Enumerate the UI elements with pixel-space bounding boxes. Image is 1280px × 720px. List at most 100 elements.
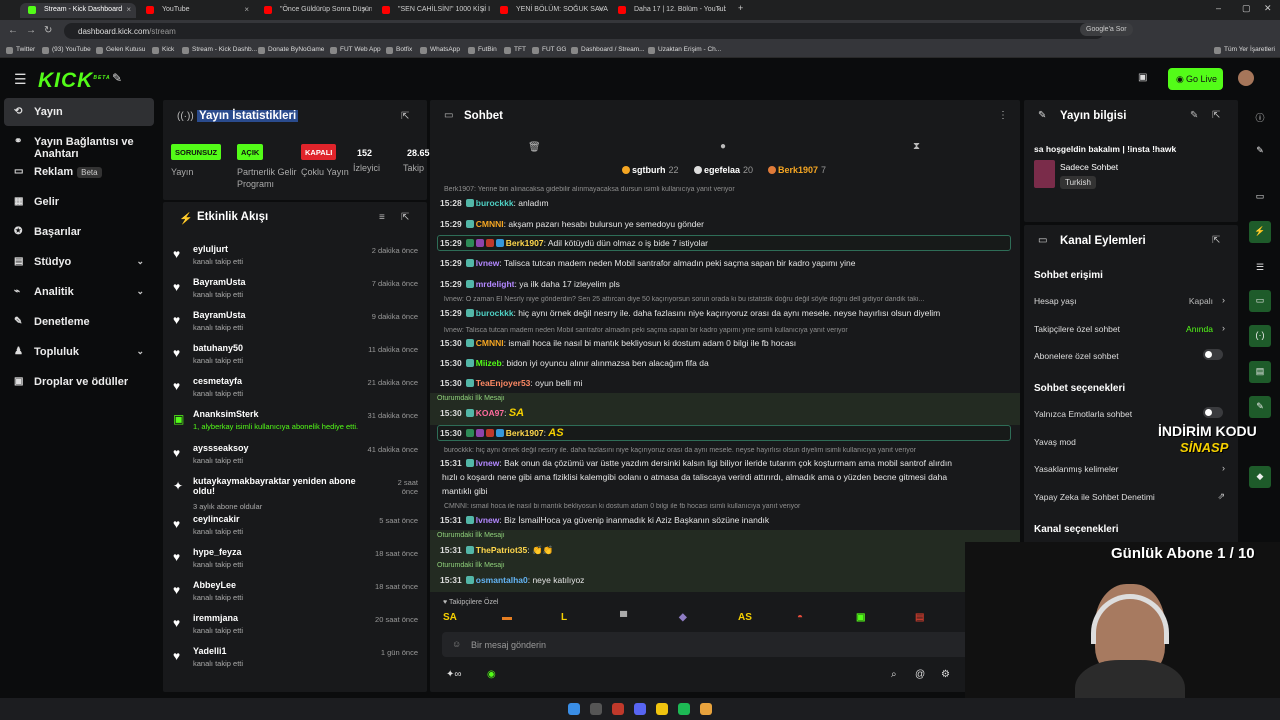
top-gifter[interactable]: Berk1907 7 xyxy=(768,165,826,175)
browser-tab[interactable]: Daha 17 | 12. Bölüm - YouTube × xyxy=(610,3,726,18)
trash-icon[interactable]: 🗑 xyxy=(528,142,541,153)
popout-icon[interactable]: ⇱ xyxy=(401,111,409,122)
search-icon[interactable]: ⌕ xyxy=(891,669,897,680)
bookmark-item[interactable]: FUT GG xyxy=(532,46,566,54)
chat-message[interactable]: 15:30 Miizeb: bidon iyi oyuncu alınır alı… xyxy=(440,358,1010,369)
emote-icon[interactable]: SA xyxy=(443,612,457,623)
url-field[interactable]: dashboard.kick.com/stream xyxy=(64,23,1104,39)
emote-icon[interactable]: ▀ xyxy=(620,612,627,623)
chevron-down-icon[interactable]: ⌄ xyxy=(136,346,144,357)
emote-icon[interactable]: AS xyxy=(738,612,752,623)
bookmark-item[interactable]: Donate ByNoGame xyxy=(258,46,324,54)
feed-username[interactable]: kutaykaymakbayraktar yeniden abone oldu! xyxy=(193,476,363,496)
creator-icon[interactable]: ▣ xyxy=(1138,72,1147,83)
forward-icon[interactable]: → xyxy=(26,25,36,36)
category-name[interactable]: Sadece Sohbet xyxy=(1060,162,1118,172)
menu-icon[interactable]: ☰ xyxy=(14,71,27,88)
toggle-switch[interactable] xyxy=(1203,407,1223,418)
chat-message[interactable]: 15:29 lvnew: Taliscа tutcan madem neden M… xyxy=(440,258,1010,269)
sidebar-item[interactable]: ▦ Gelir xyxy=(4,188,154,216)
chat-username[interactable]: burockkk xyxy=(476,308,514,318)
external-link-icon[interactable]: ⇗ xyxy=(1217,491,1225,502)
setting-row[interactable]: Yasaklanmış kelimeler › xyxy=(1034,463,1229,476)
chat-message[interactable]: 15:31 lvnew: Bak onun da çözümü var üstte… xyxy=(440,458,1010,469)
chat-message[interactable]: 15:31 lvnew: Biz İsmailHoca ya güvenip in… xyxy=(440,515,1010,526)
emote-icon[interactable]: ▬ xyxy=(502,612,512,623)
list-icon[interactable]: ☰ xyxy=(1249,257,1271,279)
close-icon[interactable]: × xyxy=(244,5,249,14)
bookmark-item[interactable]: (93) YouTube xyxy=(42,46,91,54)
popout-icon[interactable]: ⇱ xyxy=(1212,235,1220,246)
sidebar-item[interactable]: ▭ Reklam Beta xyxy=(4,158,154,186)
chat-input[interactable]: ☺ Bir mesaj gönderin xyxy=(442,632,972,657)
chat-username[interactable]: lvnew xyxy=(476,458,500,468)
bookmark-item[interactable]: Kick xyxy=(152,46,174,54)
google-ask-button[interactable]: Google'a Sor xyxy=(1080,23,1133,36)
feed-username[interactable]: Yadelli1 xyxy=(193,646,353,656)
close-icon[interactable]: × xyxy=(126,5,131,14)
browser-tab[interactable]: "Önce Güldürüp Sonra Düşünd × xyxy=(256,3,372,18)
chevron-right-icon[interactable]: › xyxy=(1222,463,1225,473)
kick-logo[interactable]: KICKBETA xyxy=(38,69,111,93)
chat-username[interactable]: TeaEnjoyer53 xyxy=(476,378,531,388)
sidebar-item[interactable]: ⌁ Analitik ⌄ xyxy=(4,278,154,306)
popout-icon[interactable]: ⇱ xyxy=(401,212,409,223)
chat-message[interactable]: 15:29 burockkk: hiç aynı örnek değil nesr… xyxy=(440,308,1010,319)
setting-row[interactable]: Takipçilere özel sohbet Anında › xyxy=(1034,323,1229,336)
chat-username[interactable]: CMNNI xyxy=(476,219,504,229)
chat-username[interactable]: Berk1907 xyxy=(506,428,544,438)
browser-tab[interactable]: Stream - Kick Dashboard × xyxy=(20,3,136,18)
pin-icon[interactable]: ✎ xyxy=(112,71,122,85)
close-icon[interactable]: × xyxy=(362,5,367,14)
chat-message[interactable]: 15:30 KOA97: SA xyxy=(440,408,1010,419)
feed-username[interactable]: ceylincakir xyxy=(193,514,353,524)
feed-username[interactable]: batuhany50 xyxy=(193,343,353,353)
emote-icon[interactable]: ◆ xyxy=(679,612,687,623)
avatar[interactable] xyxy=(1238,70,1254,86)
chevron-down-icon[interactable]: ⌄ xyxy=(136,256,144,267)
feed-username[interactable]: BayramUsta xyxy=(193,310,353,320)
chat-username[interactable]: CMNNI xyxy=(476,338,504,348)
sidebar-item[interactable]: ▤ Stüdyo ⌄ xyxy=(4,248,154,276)
close-window-icon[interactable]: ✕ xyxy=(1264,3,1272,14)
chat-username[interactable]: ThePatriot35 xyxy=(476,545,528,555)
chat-message[interactable]: 15:30 CMNNI: ismail hoca ile nasıl bi man… xyxy=(440,338,1010,349)
new-tab-button[interactable]: + xyxy=(738,3,743,13)
close-icon[interactable]: × xyxy=(716,5,721,14)
bookmark-item[interactable]: TFT xyxy=(504,46,526,54)
sidebar-item[interactable]: ✪ Başarılar xyxy=(4,218,154,246)
setting-row[interactable]: Hesap yaşı Kapalı › xyxy=(1034,295,1229,308)
feed-username[interactable]: iremmjana xyxy=(193,613,353,623)
more-icon[interactable]: ⋮ xyxy=(998,110,1008,121)
info-icon[interactable]: ⓘ xyxy=(1249,106,1271,128)
feed-username[interactable]: hype_feyza xyxy=(193,547,353,557)
emote-icon[interactable]: L xyxy=(561,612,567,623)
chevron-right-icon[interactable]: › xyxy=(1222,323,1225,333)
edit-icon[interactable]: ✎ xyxy=(1190,110,1198,121)
sidebar-item[interactable]: ✎ Denetleme xyxy=(4,308,154,336)
sidebar-item[interactable]: ♟ Topluluk ⌄ xyxy=(4,338,154,366)
bookmark-item[interactable]: Stream - Kick Dashb... xyxy=(182,46,257,54)
emote-icon[interactable]: ▤ xyxy=(915,612,924,623)
feed-username[interactable]: eyluljurt xyxy=(193,244,353,254)
app-icon[interactable] xyxy=(612,703,624,715)
chat-message[interactable]: 15:29 CMNNI: akşam pazarı hesabı bulursun… xyxy=(440,219,1010,230)
chevron-right-icon[interactable]: › xyxy=(1222,295,1225,305)
chat-message[interactable]: 15:30 Berk1907: AS xyxy=(440,428,1010,439)
setting-row[interactable]: Yapay Zeka ile Sohbet Denetimi ⇗ xyxy=(1034,491,1229,504)
chat-message[interactable]: 15:31 ThePatriot35: 👏👏 xyxy=(440,545,1010,556)
chat-message[interactable]: 15:29 mrdelight: ya ilk daha 17 izleyelim… xyxy=(440,279,1010,290)
minimize-icon[interactable]: – xyxy=(1216,3,1221,13)
browser-tab[interactable]: "SEN CAHİLSİN!" 1000 KİŞİ İLE × xyxy=(374,3,490,18)
maximize-icon[interactable]: ▢ xyxy=(1242,3,1251,14)
popout-icon[interactable]: ⇱ xyxy=(1212,110,1220,121)
sidebar-item[interactable]: ⚭ Yayın Bağlantısı ve Anahtarı xyxy=(4,128,154,160)
reload-icon[interactable]: ↻ xyxy=(44,25,52,36)
close-icon[interactable]: × xyxy=(480,5,485,14)
feed-username[interactable]: cesmetayfa xyxy=(193,376,353,386)
hourglass-icon[interactable]: ⧗ xyxy=(913,141,920,152)
sidebar-item[interactable]: ▣ Droplar ve ödüller xyxy=(4,368,154,396)
chat-icon[interactable]: ▭ xyxy=(1249,290,1271,312)
bookmark-item[interactable]: WhatsApp xyxy=(420,46,460,54)
feed-username[interactable]: AbbeyLee xyxy=(193,580,353,590)
